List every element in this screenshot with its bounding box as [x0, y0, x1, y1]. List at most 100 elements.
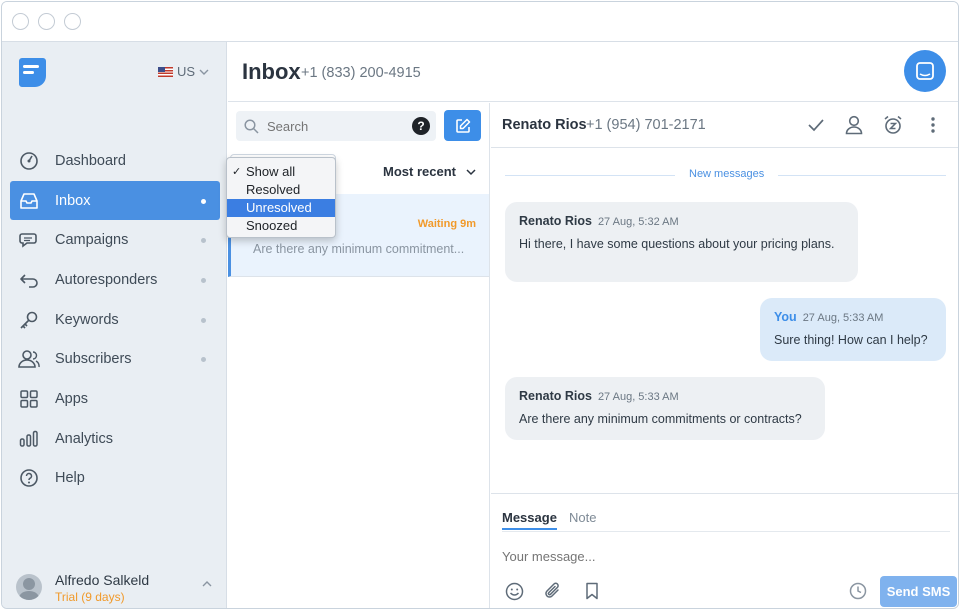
conversation-preview: Are there any minimum commitment... — [253, 242, 465, 256]
filter-option-show-all[interactable]: ✓ Show all — [227, 163, 335, 181]
message-time: 27 Aug, 5:33 AM — [802, 312, 884, 324]
sort-label: Most recent — [383, 164, 456, 179]
resolve-check-icon[interactable] — [805, 114, 827, 136]
message-author: You — [774, 310, 797, 324]
sidebar-item-subscribers[interactable]: Subscribers — [10, 339, 220, 379]
country-selector[interactable]: US — [158, 64, 209, 79]
sidebar-item-dashboard[interactable]: Dashboard — [10, 141, 220, 181]
divider-label: New messages — [675, 168, 779, 180]
sidebar: US Dashboard Inbox Campaigns Autorespond… — [2, 42, 227, 608]
window-zoom-button[interactable] — [64, 13, 81, 30]
sidebar-item-label: Keywords — [55, 311, 119, 328]
window-minimize-button[interactable] — [38, 13, 55, 30]
subscribers-icon — [18, 348, 40, 370]
option-label: Show all — [246, 164, 296, 179]
sidebar-item-campaigns[interactable]: Campaigns — [10, 220, 220, 260]
tab-divider — [502, 531, 950, 532]
message-author: Renato Rios — [519, 389, 592, 403]
message-text: Are there any minimum commitments or con… — [519, 412, 802, 426]
message-text: Sure thing! How can I help? — [774, 333, 928, 347]
sidebar-item-inbox[interactable]: Inbox — [10, 180, 220, 221]
chevron-down-icon — [199, 69, 209, 75]
tab-note[interactable]: Note — [569, 510, 596, 525]
chat-panel: Renato Rios +1 (954) 701-2171 New messag… — [491, 103, 958, 608]
search-icon — [244, 118, 259, 134]
app-window: US Dashboard Inbox Campaigns Autorespond… — [1, 1, 959, 609]
analytics-icon — [18, 428, 40, 450]
message-bubble-outgoing: You 27 Aug, 5:33 AM Sure thing! How can I… — [760, 298, 946, 361]
inbox-icon — [18, 190, 40, 212]
title-bar — [2, 2, 958, 42]
schedule-clock-icon[interactable] — [848, 581, 868, 601]
page-title: Inbox — [242, 59, 301, 84]
unread-dot — [201, 198, 206, 204]
waiting-badge: Waiting 9m — [417, 218, 476, 230]
key-icon — [18, 309, 40, 331]
filter-option-resolved[interactable]: Resolved — [227, 181, 335, 199]
checkmark-icon: ✓ — [232, 166, 242, 178]
sidebar-item-label: Autoresponders — [55, 271, 158, 288]
compose-button[interactable] — [444, 110, 481, 141]
status-dot — [201, 238, 206, 244]
sort-select[interactable]: Most recent — [383, 164, 476, 179]
search-help-icon[interactable]: ? — [412, 117, 430, 135]
search-input[interactable] — [267, 118, 397, 134]
sidebar-item-apps[interactable]: Apps — [10, 379, 220, 419]
user-menu[interactable]: Alfredo Salkeld Trial (9 days) — [16, 570, 216, 606]
bookmark-icon[interactable] — [582, 581, 602, 601]
sidebar-item-label: Subscribers — [55, 351, 132, 368]
compose-icon — [455, 118, 470, 133]
emoji-icon[interactable] — [504, 581, 524, 601]
message-composer: Message Note Send SMS — [491, 493, 958, 608]
app-logo-icon — [16, 56, 46, 88]
assign-user-icon[interactable] — [843, 114, 865, 136]
sidebar-item-label: Apps — [55, 390, 89, 407]
filter-option-snoozed[interactable]: Snoozed — [227, 217, 335, 235]
sidebar-item-autoresponders[interactable]: Autoresponders — [10, 260, 220, 300]
message-time: 27 Aug, 5:33 AM — [597, 391, 679, 403]
help-icon — [18, 467, 40, 489]
message-input[interactable] — [502, 549, 832, 564]
sidebar-item-keywords[interactable]: Keywords — [10, 300, 220, 340]
chevron-down-icon — [466, 168, 476, 175]
chat-icon — [916, 62, 934, 80]
apps-icon — [18, 388, 40, 410]
option-label: Unresolved — [246, 200, 312, 215]
autoresponders-icon — [18, 269, 40, 291]
message-bubble-incoming: Renato Rios 27 Aug, 5:33 AM Are there any… — [505, 377, 825, 440]
country-label: US — [177, 64, 196, 79]
sidebar-item-label: Dashboard — [55, 152, 126, 169]
status-dot — [201, 317, 206, 323]
message-author: Renato Rios — [519, 214, 592, 228]
sidebar-item-label: Campaigns — [55, 232, 129, 249]
support-chat-button[interactable] — [904, 50, 946, 92]
search-box[interactable]: ? — [236, 111, 436, 141]
campaigns-icon — [18, 229, 40, 251]
page-header: Inbox +1 (833) 200-4915 — [228, 42, 958, 102]
window-close-button[interactable] — [12, 13, 29, 30]
inbox-phone-number: +1 (833) 200-4915 — [301, 65, 421, 81]
sidebar-item-help[interactable]: Help — [10, 459, 220, 499]
sidebar-item-analytics[interactable]: Analytics — [10, 419, 220, 459]
send-sms-button[interactable]: Send SMS — [880, 576, 957, 607]
snooze-icon[interactable] — [882, 114, 904, 136]
tab-message[interactable]: Message — [502, 510, 557, 530]
new-messages-divider: New messages — [505, 167, 946, 183]
dashboard-icon — [18, 150, 40, 172]
chevron-up-icon — [202, 581, 212, 587]
attachment-icon[interactable] — [543, 581, 563, 601]
user-name: Alfredo Salkeld — [55, 572, 150, 588]
sidebar-item-label: Inbox — [55, 192, 91, 209]
filter-dropdown-menu: ✓ Show all Resolved Unresolved Snoozed — [226, 157, 336, 238]
chat-header: Renato Rios +1 (954) 701-2171 — [491, 103, 958, 148]
status-dot — [201, 278, 206, 284]
contact-name: Renato Rios — [502, 117, 587, 133]
option-label: Resolved — [246, 182, 301, 197]
filter-option-unresolved[interactable]: Unresolved — [227, 199, 335, 217]
avatar — [16, 574, 42, 600]
more-options-icon[interactable] — [922, 114, 944, 136]
sidebar-item-label: Analytics — [55, 430, 114, 447]
message-text: Hi there, I have some questions about yo… — [519, 237, 835, 251]
us-flag-icon — [158, 66, 173, 77]
sidebar-item-label: Help — [55, 470, 85, 487]
